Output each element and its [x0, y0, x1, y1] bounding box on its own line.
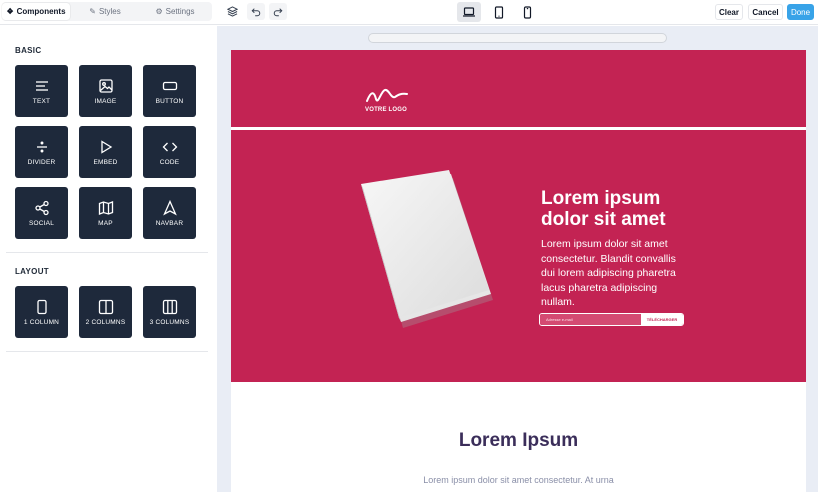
map-icon	[98, 200, 113, 215]
play-icon	[100, 139, 112, 154]
redo-button[interactable]	[269, 3, 287, 20]
tablet-icon	[494, 5, 504, 19]
desktop-view-button[interactable]	[457, 2, 481, 22]
email-header-block[interactable]: VOTRE LOGO	[231, 50, 806, 127]
logo-wave-icon	[366, 88, 408, 102]
component-map-label: MAP	[98, 219, 113, 227]
undo-icon	[251, 7, 261, 16]
two-columns-icon	[98, 299, 113, 314]
component-social[interactable]: SOCIAL	[15, 187, 68, 239]
code-icon	[162, 142, 177, 151]
layout-one-column[interactable]: 1 COLUMN	[15, 286, 68, 338]
components-icon: ❖	[6, 7, 14, 16]
button-icon	[162, 81, 177, 90]
section-divider-bottom	[6, 351, 208, 352]
cancel-button[interactable]: Cancel	[748, 4, 783, 20]
tab-settings[interactable]: ⚙ Settings	[140, 3, 210, 20]
layout-three-columns[interactable]: 3 COLUMNS	[143, 286, 196, 338]
canvas-scroll-handle[interactable]	[368, 33, 667, 43]
layers-icon	[226, 6, 238, 17]
component-image-label: IMAGE	[94, 97, 117, 105]
basic-section-title: BASIC	[15, 46, 42, 55]
top-toolbar: ❖ Components ✎ Styles ⚙ Settings Clear C…	[0, 0, 818, 25]
layout-one-column-label: 1 COLUMN	[23, 318, 60, 326]
component-button-label: BUTTON	[155, 97, 184, 105]
component-text[interactable]: TEXT	[15, 65, 68, 117]
email-preview: VOTRE LOGO Lorem ipsum dolor sit amet Lo…	[231, 50, 806, 492]
email-hero-block[interactable]: Lorem ipsum dolor sit amet Lorem ipsum d…	[231, 130, 806, 382]
component-social-label: SOCIAL	[28, 219, 55, 227]
text-icon	[35, 80, 48, 91]
download-button[interactable]: TÉLÉCHARGER	[641, 314, 683, 325]
phone-icon	[523, 5, 531, 19]
layers-button[interactable]	[223, 3, 241, 20]
email-address-input[interactable]: Adresse e-mail	[540, 314, 641, 325]
tab-settings-label: Settings	[165, 7, 195, 16]
hero-title: Lorem ipsum dolor sit amet	[541, 188, 666, 230]
tab-styles-label: Styles	[98, 7, 121, 16]
hero-signup-form: Adresse e-mail TÉLÉCHARGER	[539, 313, 684, 326]
component-code[interactable]: CODE	[143, 126, 196, 178]
navigation-icon	[162, 199, 177, 215]
share-icon	[34, 200, 49, 215]
component-navbar[interactable]: NAVBAR	[143, 187, 196, 239]
mobile-view-button[interactable]	[515, 2, 539, 22]
layout-two-columns-label: 2 COLUMNS	[85, 318, 126, 326]
gear-icon: ⚙	[155, 7, 163, 16]
tab-components-label: Components	[16, 7, 66, 16]
divider-icon	[36, 141, 47, 152]
editor-canvas: VOTRE LOGO Lorem ipsum dolor sit amet Lo…	[217, 26, 818, 492]
component-divider-label: DIVIDER	[27, 158, 56, 166]
hero-body-text: Lorem ipsum dolor sit amet consectetur. …	[541, 238, 676, 308]
component-button[interactable]: BUTTON	[143, 65, 196, 117]
component-code-label: CODE	[159, 158, 180, 166]
components-sidebar: BASIC TEXT IMAGE BUTTON DIVIDER EMBED CO…	[0, 26, 216, 492]
redo-icon	[273, 7, 283, 16]
layout-three-columns-label: 3 COLUMNS	[149, 318, 190, 326]
tab-styles[interactable]: ✎ Styles	[70, 3, 140, 20]
layout-section-title: LAYOUT	[15, 267, 49, 276]
brush-icon: ✎	[89, 7, 96, 16]
tab-components[interactable]: ❖ Components	[2, 3, 70, 20]
book-mockup-image	[361, 170, 493, 328]
undo-button[interactable]	[247, 3, 265, 20]
done-button[interactable]: Done	[787, 4, 814, 20]
component-navbar-label: NAVBAR	[155, 219, 184, 227]
one-column-icon	[36, 299, 47, 314]
clear-button[interactable]: Clear	[715, 4, 743, 20]
component-embed-label: EMBED	[93, 158, 118, 166]
panel-tabs: ❖ Components ✎ Styles ⚙ Settings	[2, 2, 212, 21]
component-image[interactable]: IMAGE	[79, 65, 132, 117]
logo-text: VOTRE LOGO	[365, 107, 408, 113]
section-heading: Lorem Ipsum	[458, 430, 579, 451]
image-icon	[98, 78, 113, 93]
laptop-icon	[463, 7, 475, 17]
component-divider[interactable]: DIVIDER	[15, 126, 68, 178]
layout-two-columns[interactable]: 2 COLUMNS	[79, 286, 132, 338]
section-divider	[6, 252, 208, 253]
component-embed[interactable]: EMBED	[79, 126, 132, 178]
section-body-text: Lorem ipsum dolor sit amet consectetur. …	[423, 475, 614, 485]
three-columns-icon	[162, 299, 177, 314]
component-text-label: TEXT	[32, 97, 51, 105]
component-map[interactable]: MAP	[79, 187, 132, 239]
tablet-view-button[interactable]	[487, 2, 511, 22]
